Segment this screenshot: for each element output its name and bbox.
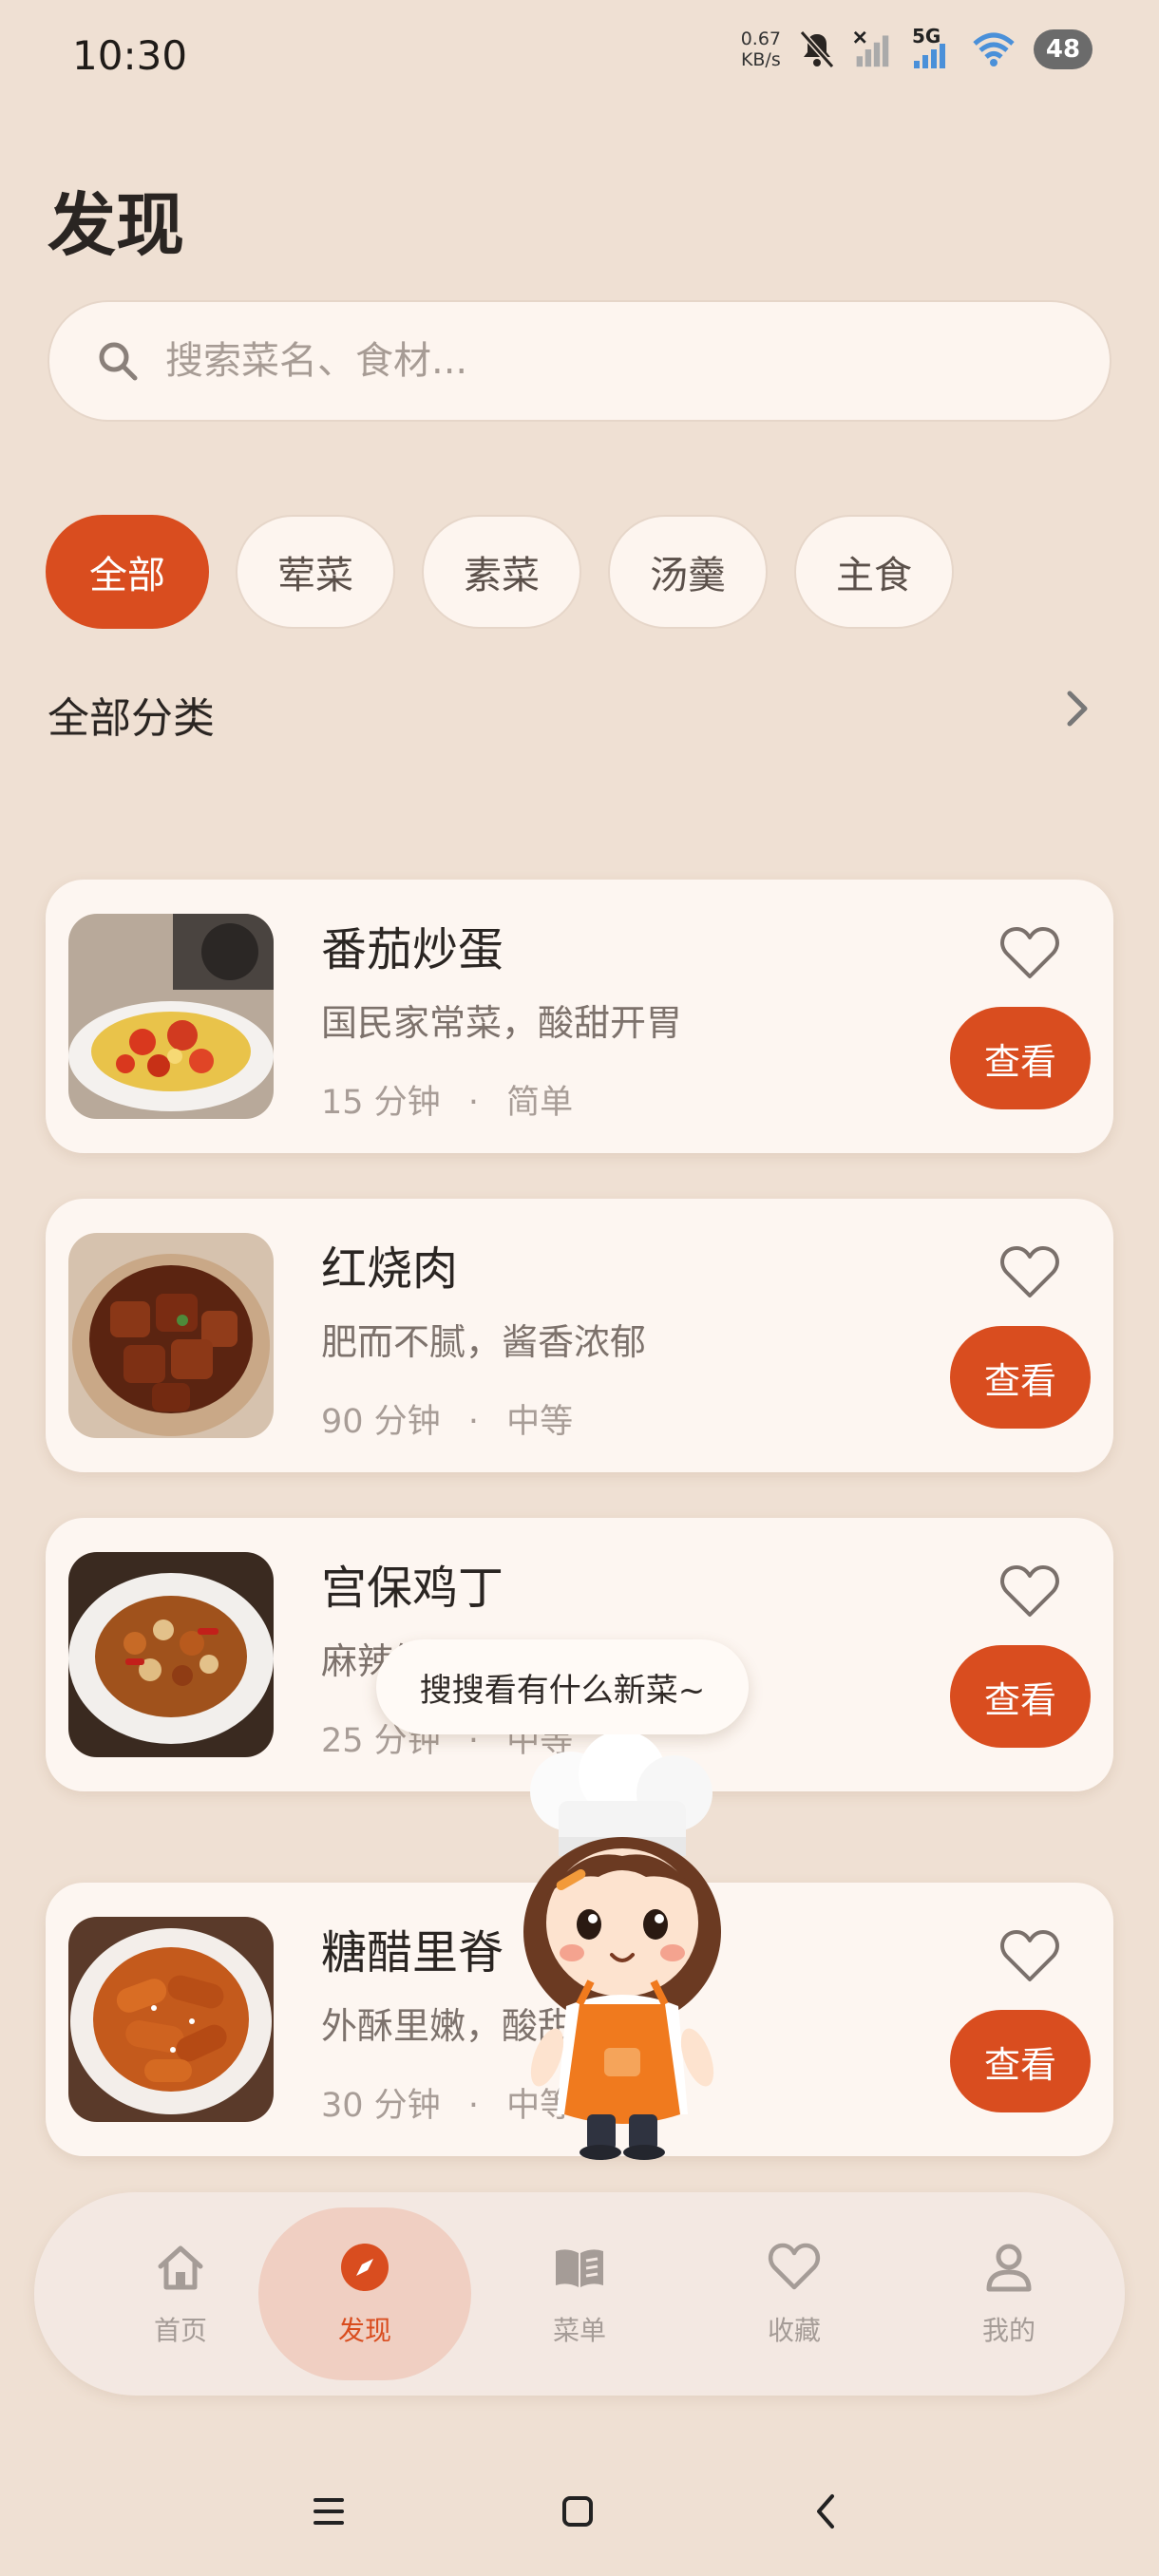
nav-item-favorites[interactable]: 收藏 bbox=[688, 2207, 901, 2380]
recipe-name: 宫保鸡丁 bbox=[321, 1562, 504, 1615]
recipe-name: 红烧肉 bbox=[321, 1242, 459, 1296]
chef-mascot-icon[interactable] bbox=[513, 1734, 732, 2160]
battery-icon: 48 bbox=[1034, 29, 1092, 69]
mute-bell-icon bbox=[799, 30, 835, 68]
signal-5g-icon: 5G bbox=[908, 25, 954, 70]
search-icon bbox=[99, 342, 138, 381]
recipe-name: 番茄炒蛋 bbox=[321, 923, 504, 976]
recipe-difficulty: 中等 bbox=[506, 1403, 574, 1441]
category-chips: 全部 荤菜 素菜 汤羹 主食 bbox=[46, 515, 954, 629]
recipe-desc: 肥而不腻，酱香浓郁 bbox=[321, 1321, 647, 1363]
section-title[interactable]: 全部分类 bbox=[48, 684, 215, 745]
nav-item-discover[interactable]: 发现 bbox=[258, 2207, 471, 2380]
recipe-time: 15 分钟 bbox=[321, 1084, 441, 1122]
chip-meat[interactable]: 荤菜 bbox=[236, 515, 395, 629]
net-speed: 0.67 KB/s bbox=[741, 28, 781, 70]
recipe-desc: 国民家常菜，酸甜开胃 bbox=[321, 1002, 683, 1044]
nav-item-menu[interactable]: 菜单 bbox=[473, 2207, 686, 2380]
net-speed-unit: KB/s bbox=[740, 49, 781, 70]
page-title: 发现 bbox=[48, 185, 185, 265]
heart-icon[interactable] bbox=[999, 1563, 1060, 1620]
recipe-time: 90 分钟 bbox=[321, 1403, 441, 1441]
status-time: 10:30 bbox=[72, 32, 188, 79]
recipe-thumbnail bbox=[68, 1233, 274, 1438]
chip-vegetable[interactable]: 素菜 bbox=[422, 515, 581, 629]
recipe-time: 30 分钟 bbox=[321, 2087, 441, 2125]
meta-separator: · bbox=[467, 1084, 479, 1122]
net-speed-value: 0.67 bbox=[740, 28, 781, 49]
recipe-difficulty: 简单 bbox=[506, 1084, 574, 1122]
meta-separator: · bbox=[467, 1403, 479, 1441]
recipe-thumbnail bbox=[68, 914, 274, 1119]
recipe-thumbnail bbox=[68, 1917, 274, 2122]
home-icon bbox=[158, 2245, 203, 2290]
recipe-meta: 15 分钟 · 简单 bbox=[321, 1075, 573, 1124]
recipe-name: 糖醋里脊 bbox=[321, 1926, 504, 1979]
search-input[interactable] bbox=[165, 339, 1020, 383]
recent-apps-icon[interactable] bbox=[300, 2489, 357, 2534]
recipe-card[interactable]: 红烧肉 肥而不腻，酱香浓郁 90 分钟 · 中等 查看 bbox=[46, 1199, 1113, 1472]
view-button[interactable]: 查看 bbox=[950, 1645, 1091, 1748]
heart-icon[interactable] bbox=[999, 1244, 1060, 1301]
recipe-thumbnail bbox=[68, 1552, 274, 1757]
compass-icon bbox=[341, 2244, 389, 2291]
chip-soup[interactable]: 汤羹 bbox=[608, 515, 768, 629]
mascot-tooltip: 搜搜看有什么新菜~ bbox=[376, 1639, 749, 1734]
nav-label: 我的 bbox=[981, 2315, 1036, 2346]
view-button[interactable]: 查看 bbox=[950, 1007, 1091, 1109]
search-bar[interactable] bbox=[48, 300, 1112, 422]
view-button[interactable]: 查看 bbox=[950, 2010, 1091, 2112]
recipe-card[interactable]: 番茄炒蛋 国民家常菜，酸甜开胃 15 分钟 · 简单 查看 bbox=[46, 880, 1113, 1153]
bottom-nav: 首页 发现 菜单 收藏 我的 bbox=[34, 2192, 1125, 2396]
meta-separator: · bbox=[467, 2087, 479, 2125]
chevron-right-icon[interactable] bbox=[1058, 686, 1096, 731]
chip-all[interactable]: 全部 bbox=[46, 515, 209, 629]
nav-label: 发现 bbox=[337, 2315, 391, 2346]
back-icon[interactable] bbox=[798, 2489, 855, 2534]
heart-icon[interactable] bbox=[999, 1928, 1060, 1985]
status-icons: 0.67 KB/s 5G 48 bbox=[741, 25, 1092, 70]
recipe-meta: 90 分钟 · 中等 bbox=[321, 1394, 573, 1443]
view-button[interactable]: 查看 bbox=[950, 1326, 1091, 1429]
nav-item-profile[interactable]: 我的 bbox=[902, 2207, 1115, 2380]
chip-staple[interactable]: 主食 bbox=[794, 515, 954, 629]
user-icon bbox=[986, 2244, 1032, 2292]
nav-label: 收藏 bbox=[767, 2315, 821, 2346]
heart-icon[interactable] bbox=[999, 925, 1060, 982]
book-icon bbox=[556, 2249, 603, 2287]
wifi-icon bbox=[973, 32, 1015, 66]
nav-label: 首页 bbox=[153, 2315, 207, 2346]
nav-item-home[interactable]: 首页 bbox=[74, 2207, 287, 2380]
nav-label: 菜单 bbox=[552, 2315, 606, 2346]
no-signal-icon bbox=[853, 30, 889, 67]
heart-icon bbox=[768, 2243, 821, 2290]
home-button-icon[interactable] bbox=[549, 2489, 606, 2534]
